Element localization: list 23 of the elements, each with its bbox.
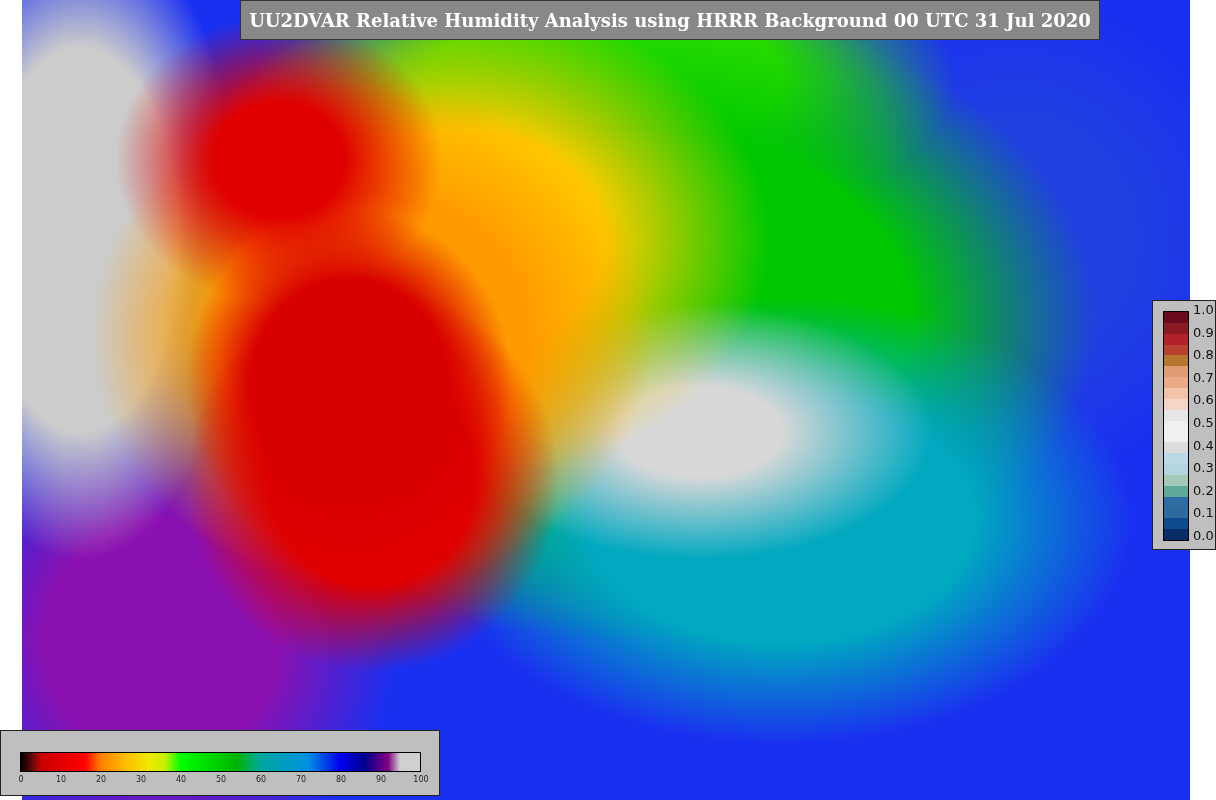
colorbar-tick-label: 60 (255, 775, 267, 784)
colorbar-tick-label: 0.4 (1193, 438, 1214, 453)
colorbar-tick-label: 30 (135, 775, 147, 784)
colorbar-tick-label: 0 (18, 775, 24, 784)
colorbar-tick-label: 20 (95, 775, 107, 784)
colorbar-tick-label: 0.6 (1193, 393, 1214, 408)
colorbar-tick-label: 100 (413, 775, 429, 784)
colorbar-tick-label: 80 (335, 775, 347, 784)
colorbar-tick-label: 50 (215, 775, 227, 784)
colorbar-tick-label: 10 (55, 775, 67, 784)
colorbar-tick-label: 0.0 (1193, 528, 1214, 543)
colorbar-tick-label: 0.8 (1193, 348, 1214, 363)
colorbar-tick-label: 0.5 (1193, 415, 1214, 430)
colorbar-tick-label: 0.3 (1193, 461, 1214, 476)
colorbar-tick-label: 90 (375, 775, 387, 784)
colorbar-tick-label: 0.2 (1193, 483, 1214, 498)
colorbar-tick-label: 0.7 (1193, 370, 1214, 385)
map-title: UU2DVAR Relative Humidity Analysis using HRRR Background 00 UTC 31 Jul 2020 (240, 0, 1100, 40)
colorbar-tick-label: 70 (295, 775, 307, 784)
colorbar-tick-label: 1.0 (1193, 303, 1214, 317)
colorbar-tick-label: 0.9 (1193, 325, 1214, 340)
colorbar-tick-label: 40 (175, 775, 187, 784)
colorbar-tick-label: 0.1 (1193, 506, 1214, 521)
